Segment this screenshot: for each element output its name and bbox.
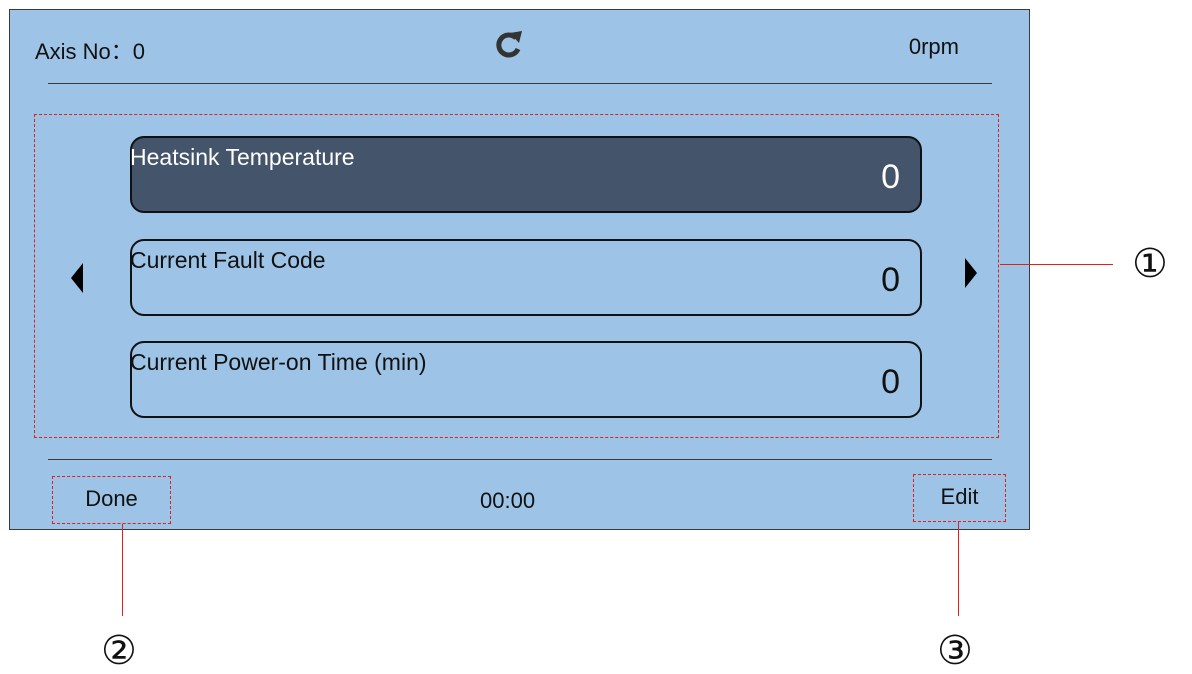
chevron-left-icon[interactable]: [71, 263, 83, 293]
callout-2-leader: [122, 524, 123, 616]
speed-readout: 0rpm: [908, 34, 959, 59]
list-item-label: Current Fault Code: [130, 247, 326, 273]
footer-divider: [48, 459, 992, 460]
list-item-label: Heatsink Temperature: [130, 144, 355, 170]
done-button[interactable]: Done: [52, 476, 171, 524]
list-item-label: Current Power-on Time (min): [130, 349, 427, 375]
edit-button[interactable]: Edit: [913, 474, 1006, 522]
device-screen: Axis No：0 0rpm Heatsink Temperature 0 Cu…: [9, 9, 1030, 530]
header-divider: [48, 83, 992, 84]
timer-display: 00:00: [480, 488, 536, 513]
list-item-value: 0: [881, 158, 900, 196]
callout-1-label: ①: [1132, 241, 1168, 287]
list-item[interactable]: Current Fault Code 0: [130, 239, 922, 316]
callout-2-label: ②: [101, 628, 137, 674]
callout-3-label: ③: [937, 628, 973, 674]
axis-number: Axis No：0: [35, 39, 146, 64]
list-item-value: 0: [881, 261, 900, 299]
refresh-icon[interactable]: [494, 29, 524, 59]
chevron-right-icon[interactable]: [965, 258, 977, 288]
list-item[interactable]: Heatsink Temperature 0: [130, 136, 922, 213]
callout-3-leader: [958, 521, 959, 616]
list-item[interactable]: Current Power-on Time (min) 0: [130, 341, 922, 418]
callout-1-leader: [1000, 264, 1113, 265]
list-item-value: 0: [881, 363, 900, 401]
